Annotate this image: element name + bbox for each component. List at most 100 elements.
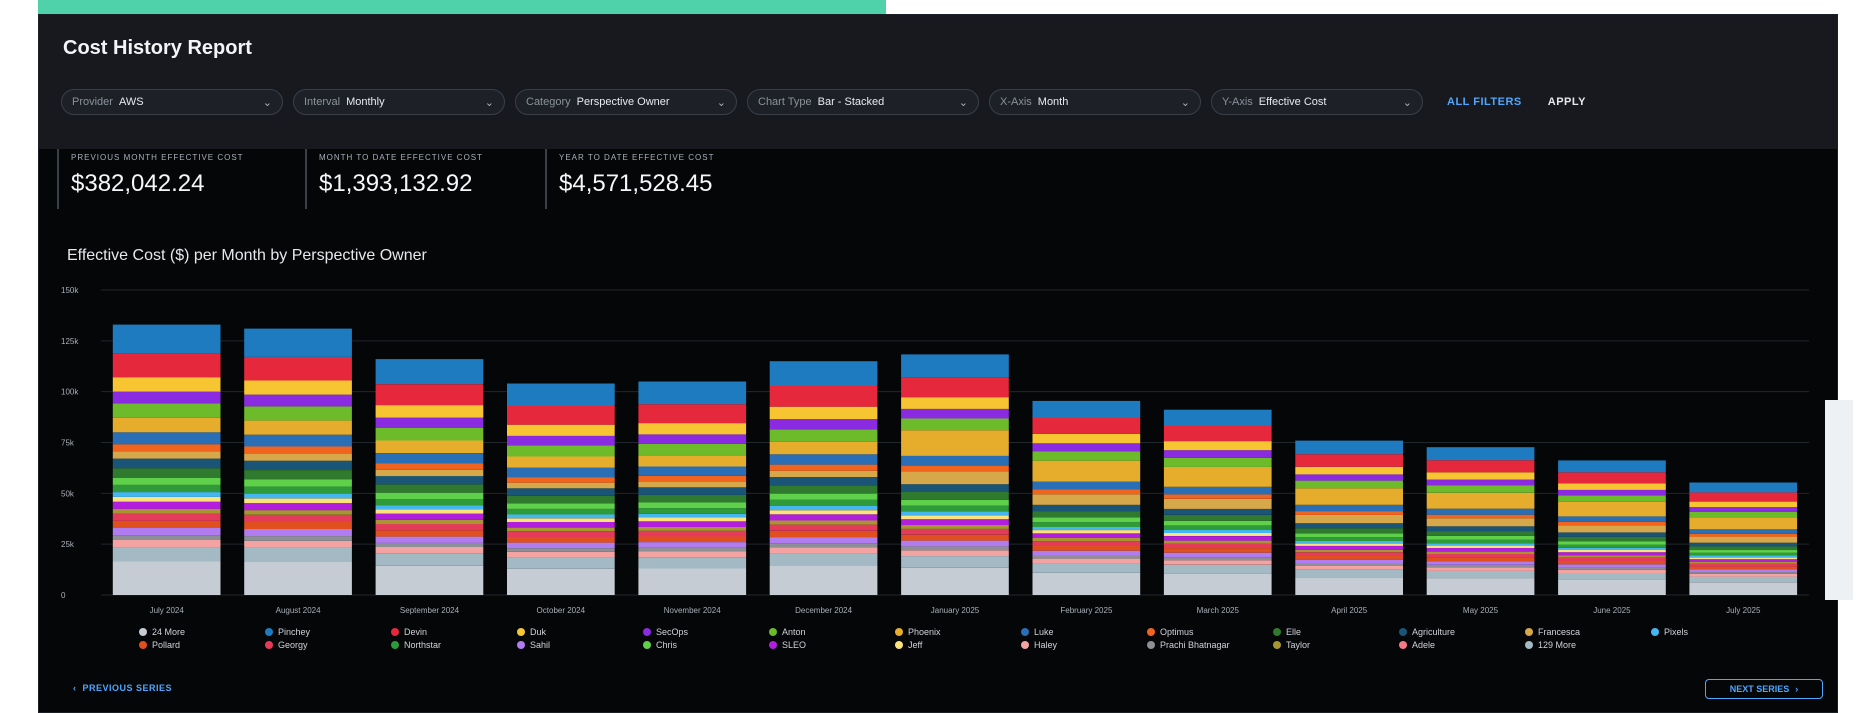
category-filter[interactable]: Category Perspective Owner ⌄ (515, 89, 737, 115)
legend-item[interactable]: Georgy (265, 640, 308, 650)
bar-segment[interactable] (769, 566, 878, 595)
bar-segment[interactable] (507, 522, 615, 528)
bar-segment[interactable] (1689, 582, 1798, 595)
bar-segment[interactable] (375, 536, 484, 543)
bar-segment[interactable] (1163, 560, 1272, 565)
bar-segment[interactable] (375, 519, 484, 525)
bar-segment[interactable] (1295, 540, 1403, 544)
bar-segment[interactable] (638, 551, 747, 558)
bar-segment[interactable] (1426, 535, 1535, 540)
bar-segment[interactable] (507, 445, 615, 457)
bar-segment[interactable] (901, 455, 1009, 466)
bar-segment[interactable] (1558, 536, 1666, 542)
bar-segment[interactable] (244, 479, 352, 487)
bar-segment[interactable] (638, 517, 747, 522)
bar-segment[interactable] (375, 417, 484, 428)
bar-segment[interactable] (638, 466, 747, 476)
previous-series-button[interactable]: ‹ PREVIOUS SERIES (73, 683, 172, 693)
bar-segment[interactable] (1558, 552, 1666, 556)
bar-segment[interactable] (769, 543, 878, 548)
bar-segment[interactable] (507, 495, 615, 504)
bar-segment[interactable] (1032, 538, 1141, 542)
bar-segment[interactable] (375, 492, 484, 499)
bar-segment[interactable] (901, 377, 1009, 398)
bar-segment[interactable] (112, 377, 221, 392)
bar-segment[interactable] (769, 499, 878, 506)
bar-segment[interactable] (1558, 567, 1666, 570)
bar-segment[interactable] (244, 547, 352, 562)
bar-segment[interactable] (769, 454, 878, 465)
next-series-button[interactable]: NEXT SERIES › (1705, 679, 1823, 699)
legend-item[interactable]: Adele (1399, 640, 1435, 650)
bar-segment[interactable] (1032, 451, 1141, 461)
bar-segment[interactable] (638, 423, 747, 435)
bar-segment[interactable] (1032, 494, 1141, 505)
bar-segment[interactable] (769, 547, 878, 554)
bar-segment[interactable] (769, 493, 878, 500)
bar-segment[interactable] (244, 562, 352, 595)
bar-segment[interactable] (1295, 523, 1403, 529)
bar-segment[interactable] (901, 546, 1009, 551)
bar-segment[interactable] (1426, 545, 1535, 548)
bar-segment[interactable] (769, 514, 878, 521)
bar-segment[interactable] (1295, 537, 1403, 541)
bar-segment[interactable] (1032, 489, 1141, 495)
bar-segment[interactable] (769, 429, 878, 442)
bar-segment[interactable] (507, 552, 615, 558)
bar-segment[interactable] (112, 528, 221, 536)
bar-segment[interactable] (638, 557, 747, 569)
bar-segment[interactable] (1032, 555, 1141, 559)
bar-segment[interactable] (1295, 504, 1403, 512)
bar-segment[interactable] (1163, 540, 1272, 544)
bar-segment[interactable] (769, 520, 878, 525)
bar-segment[interactable] (1032, 541, 1141, 546)
bar-segment[interactable] (1032, 511, 1141, 518)
bar-segment[interactable] (1426, 561, 1535, 565)
bar-segment[interactable] (1295, 474, 1403, 481)
legend-item[interactable]: Chris (643, 640, 677, 650)
bar-segment[interactable] (1689, 555, 1798, 558)
bar-segment[interactable] (112, 508, 221, 514)
legend-item[interactable]: Prachi Bhatnagar (1147, 640, 1230, 650)
bar-segment[interactable] (638, 502, 747, 509)
bar-segment[interactable] (1163, 525, 1272, 531)
bar-segment[interactable] (901, 465, 1009, 472)
bar-segment[interactable] (1426, 492, 1535, 509)
bar-segment[interactable] (1163, 457, 1272, 467)
legend-item[interactable]: Devin (391, 627, 427, 637)
bar-segment[interactable] (1689, 563, 1798, 567)
bar-segment[interactable] (1163, 514, 1272, 521)
bar-segment[interactable] (638, 455, 747, 467)
bar-segment[interactable] (1032, 460, 1141, 482)
bar-segment[interactable] (1689, 507, 1798, 512)
bar-segment[interactable] (1689, 557, 1798, 560)
bar-segment[interactable] (112, 501, 221, 509)
bar-segment[interactable] (375, 440, 484, 454)
bar-segment[interactable] (507, 542, 615, 549)
bar-segment[interactable] (112, 540, 221, 548)
legend-item[interactable]: Haley (1021, 640, 1057, 650)
bar-segment[interactable] (375, 553, 484, 566)
bar-segment[interactable] (1558, 501, 1666, 517)
legend-item[interactable]: Luke (1021, 627, 1054, 637)
bar-segment[interactable] (244, 406, 352, 421)
bar-segment[interactable] (112, 403, 221, 418)
bar-segment[interactable] (1163, 548, 1272, 553)
bar-segment[interactable] (1426, 485, 1535, 493)
bar-segment[interactable] (112, 513, 221, 521)
bar-segment[interactable] (1163, 426, 1272, 442)
bar-segment[interactable] (1689, 529, 1798, 534)
bar-segment[interactable] (375, 428, 484, 441)
bar-segment[interactable] (1558, 521, 1666, 526)
bar-segment[interactable] (1558, 573, 1666, 580)
bar-segment[interactable] (901, 515, 1009, 520)
bar-segment[interactable] (375, 453, 484, 464)
bar-segment[interactable] (507, 488, 615, 496)
bar-segment[interactable] (244, 493, 352, 499)
bar-segment[interactable] (1558, 525, 1666, 533)
bar-segment[interactable] (375, 384, 484, 406)
bar-segment[interactable] (1558, 555, 1666, 558)
bar-segment[interactable] (244, 529, 352, 537)
bar-segment[interactable] (112, 520, 221, 528)
bar-segment[interactable] (375, 405, 484, 418)
